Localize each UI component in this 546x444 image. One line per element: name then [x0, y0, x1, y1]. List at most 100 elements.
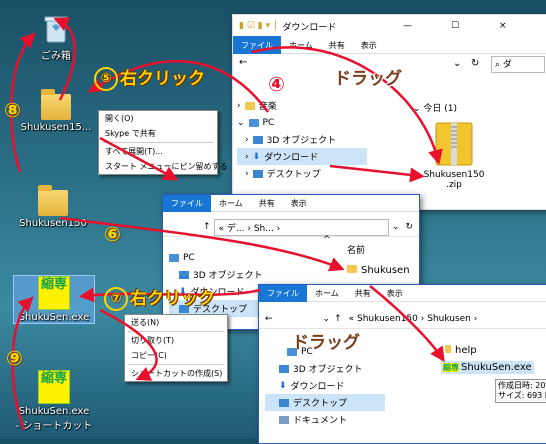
zip-file-icon[interactable]: Shukusen15... [14, 89, 98, 133]
nav-3d-objects[interactable]: 3D オブジェクト [169, 266, 289, 283]
folder-icon [38, 185, 68, 216]
tab-view[interactable]: 表示 [283, 197, 315, 210]
menu-extract-all[interactable]: すべて展開(T)... [99, 144, 217, 159]
tab-home[interactable]: ホーム [211, 197, 251, 210]
shukusen-exe-label: ShukuSen.exe [18, 312, 90, 323]
dropdown-icon[interactable]: ⌄ [323, 314, 331, 324]
search-box[interactable]: ⌕ ダ [491, 56, 545, 73]
group-header-label: 今日 (1) [423, 104, 458, 114]
search-text: ダ [502, 60, 512, 70]
shortcut-label-1: ShukuSen.exe [18, 406, 90, 417]
nav-desktop[interactable]: デスクトップ [265, 394, 385, 411]
nav-pc[interactable]: PC [169, 249, 289, 266]
refresh-icon[interactable]: ↻ [405, 222, 413, 232]
step7-text: 右クリック [130, 289, 215, 309]
tooltip: 作成日時: 20 サイズ: 693 K [495, 379, 546, 403]
dropdown-icon[interactable]: ⌄ [392, 222, 400, 232]
shortcut-icon[interactable]: 縮専 ShukuSen.exe - ショートカット [14, 370, 94, 432]
shukusen150-folder[interactable]: Shukusen150 [18, 185, 88, 229]
tab-share[interactable]: 共有 [347, 287, 379, 300]
chevron-down-icon: ⌄ [413, 104, 424, 114]
tab-view[interactable]: 表示 [379, 287, 411, 300]
nav-music[interactable]: › 音楽 [237, 97, 367, 114]
step5-number: ⑤ [94, 67, 118, 91]
nav-desktop[interactable]: › デスクトップ [237, 165, 367, 182]
menu-send-to[interactable]: 送る(N) [125, 315, 227, 330]
tab-home[interactable]: ホーム [307, 287, 347, 300]
shukusen150-label: Shukusen150 [19, 218, 87, 229]
nav-downloads-label: ダウンロード [264, 153, 319, 163]
menu-cut[interactable]: 切り取り(T) [125, 333, 227, 348]
folder-icon [347, 265, 357, 273]
download-arrow-icon: ⬇ [279, 380, 287, 391]
menu-open[interactable]: 開く(O) [99, 111, 217, 126]
nav-desktop-label: デスクトップ [293, 399, 348, 409]
address-dropdown-icon[interactable]: ⌄ [453, 58, 461, 69]
recycle-bin-icon[interactable]: ごみ箱 [28, 14, 84, 62]
tab-view[interactable]: 表示 [353, 39, 385, 52]
nav-documents[interactable]: ドキュメント [265, 411, 385, 428]
address-path[interactable]: « デ... › Sh... › [213, 218, 389, 236]
search-icon: ⌕ [495, 60, 501, 70]
quick-access-icons: ▮ ☑ ▮ ▾ │ [239, 21, 279, 31]
cube-icon [252, 135, 263, 144]
tab-file[interactable]: ファイル [233, 36, 281, 54]
close-button[interactable]: × [499, 21, 507, 31]
file-item-help[interactable]: help [445, 345, 477, 356]
menu-create-shortcut[interactable]: ショートカットの作成(S) [125, 366, 227, 381]
column-header-name[interactable]: 名前 [347, 243, 365, 256]
trash-icon [44, 16, 68, 43]
menu-copy[interactable]: コピー(C) [125, 348, 227, 363]
step9-marker: ⑨ [6, 346, 23, 370]
menu-separator [128, 364, 224, 365]
nav-pc-label: PC [262, 117, 275, 128]
up-arrow-icon[interactable]: ↑ [203, 222, 211, 232]
nav-3d-objects[interactable]: 3D オブジェクト [265, 360, 385, 377]
zip-file-name-2: .zip [446, 180, 462, 190]
step6-marker: ⑥ [104, 222, 121, 246]
refresh-icon[interactable]: ↻ [471, 58, 479, 69]
nav-3d-objects[interactable]: › 3D オブジェクト [237, 131, 367, 148]
tab-file[interactable]: ファイル [163, 195, 211, 212]
shortcut-label-2: - ショートカット [15, 421, 93, 432]
up-arrow-icon[interactable]: ↑ [334, 314, 342, 324]
zip-file-item[interactable]: Shukusen150 .zip [419, 119, 489, 190]
tab-home[interactable]: ホーム [281, 39, 321, 52]
nav-desktop-label: デスクトップ [266, 170, 321, 180]
file-item-shukusen-exe[interactable]: 縮専 ShukuSen.exe [441, 361, 534, 374]
shukusen-exe-icon[interactable]: 縮専 ShukuSen.exe [13, 275, 95, 324]
cube-icon [179, 270, 189, 279]
download-window: ▮ ☑ ▮ ▾ │ ダウンロード — ☐ × ファイル ホーム 共有 表示 ← … [232, 14, 546, 210]
cube-icon [279, 364, 289, 373]
window-title: ダウンロード [282, 22, 337, 33]
tooltip-created: 作成日時: 20 [498, 381, 546, 390]
address-path[interactable]: « Shukusen150 › Shukusen › [345, 313, 546, 325]
menu-separator [102, 142, 214, 143]
step4-marker: ④ [268, 72, 285, 96]
recycle-bin-label: ごみ箱 [41, 51, 71, 62]
tab-share[interactable]: 共有 [251, 197, 283, 210]
group-header[interactable]: ⌄ 今日 (1) [413, 101, 457, 114]
menu-skype-share[interactable]: Skype で共有 [99, 126, 217, 141]
back-icon[interactable]: ← [265, 314, 273, 324]
folder-icon [445, 345, 451, 353]
menu-pin-start[interactable]: スタート メニューにピン留めする [99, 159, 228, 174]
nav-downloads[interactable]: ⬇ ダウンロード [265, 377, 385, 394]
tab-share[interactable]: 共有 [321, 39, 353, 52]
chevron-down-icon: ⌄ [237, 117, 245, 128]
step7-number: ⑦ [104, 287, 128, 311]
back-icon[interactable]: ← [239, 57, 247, 68]
nav-pc[interactable]: ⌄ PC [237, 114, 367, 131]
zip-file-label: Shukusen15... [20, 122, 92, 133]
minimize-button[interactable]: — [403, 21, 412, 31]
nav-pc-label: PC [183, 252, 195, 263]
document-icon [279, 415, 289, 424]
nav-music-label: 音楽 [258, 102, 277, 112]
tab-file[interactable]: ファイル [259, 285, 307, 302]
help-label: help [455, 345, 477, 356]
nav-3d-label: 3D オブジェクト [193, 271, 263, 281]
folder-item-shukusen[interactable]: Shukusen [347, 265, 410, 276]
nav-downloads[interactable]: › ⬇ ダウンロード [237, 148, 367, 165]
scroll-up-icon[interactable]: ^ [323, 235, 331, 245]
maximize-button[interactable]: ☐ [451, 21, 459, 31]
